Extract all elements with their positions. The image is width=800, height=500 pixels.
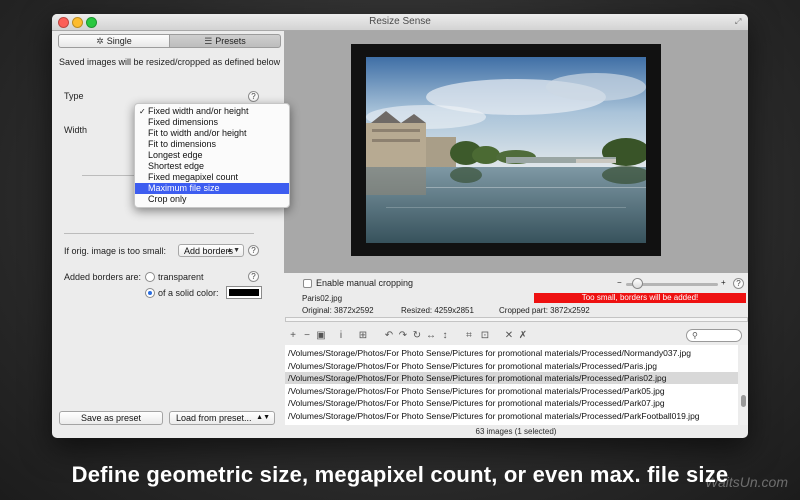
flip-horizontal-icon[interactable]: ↔ xyxy=(424,330,438,341)
progress-bar xyxy=(285,317,748,322)
type-menu-item-label: Longest edge xyxy=(148,150,203,160)
tab-presets[interactable]: ☰ Presets xyxy=(169,34,281,48)
scrollbar-thumb[interactable] xyxy=(741,395,746,407)
caption-text: Define geometric size, megapixel count, … xyxy=(71,462,729,487)
description-text: Saved images will be resized/cropped as … xyxy=(59,57,281,67)
border-color-swatch xyxy=(229,289,259,296)
add-icon[interactable]: + xyxy=(286,330,300,341)
type-menu-item-label: Crop only xyxy=(148,194,187,204)
list-icon: ☰ xyxy=(204,36,213,46)
too-small-help-button[interactable]: ? xyxy=(248,245,259,256)
fullscreen-icon[interactable]: ⤢ xyxy=(735,17,744,26)
transform-icon[interactable]: ⊡ xyxy=(478,330,492,341)
cropped-size: Cropped part: 3872x2592 xyxy=(499,306,590,315)
rotate-icon[interactable]: ↻ xyxy=(410,330,424,341)
zoom-slider-knob[interactable] xyxy=(632,278,644,289)
file-list-row[interactable]: /Volumes/Storage/Photos/For Photo Sense/… xyxy=(285,360,738,372)
load-preset-label: Load from preset... xyxy=(176,413,252,423)
type-dropdown-menu[interactable]: ✓ Fixed width and/or height Fixed dimensio… xyxy=(134,103,290,208)
type-menu-item-label: Fit to width and/or height xyxy=(148,128,247,138)
type-help-button[interactable]: ? xyxy=(248,91,259,102)
tab-presets-label: Presets xyxy=(215,36,246,46)
too-small-label: If orig. image is too small: xyxy=(64,246,167,256)
warning-banner: Too small, borders will be added! xyxy=(534,293,746,303)
type-menu-item[interactable]: ✓ Fixed width and/or height xyxy=(135,106,289,117)
rotate-right-icon[interactable]: ↷ xyxy=(396,330,410,341)
transparent-radio[interactable] xyxy=(145,272,155,282)
type-menu-item[interactable]: Maximum file size xyxy=(135,183,289,194)
checkmark-icon: ✓ xyxy=(139,107,146,116)
border-color-well[interactable] xyxy=(226,286,262,299)
file-list[interactable]: /Volumes/Storage/Photos/For Photo Sense/… xyxy=(285,345,738,425)
file-list-scrollbar[interactable] xyxy=(740,345,748,425)
preview-filename: Paris02.jpg xyxy=(302,294,343,303)
type-menu-item[interactable]: Fixed megapixel count xyxy=(135,172,289,183)
gear-icon: ✲ xyxy=(96,36,104,46)
zoom-in-icon[interactable]: + xyxy=(721,278,726,287)
status-text: 63 images (1 selected) xyxy=(475,427,557,436)
save-icon[interactable]: ▣ xyxy=(314,330,328,341)
manual-crop-checkbox[interactable] xyxy=(303,279,312,288)
type-menu-item-label: Fixed megapixel count xyxy=(148,172,239,182)
delete-icon[interactable]: ✕ xyxy=(502,330,516,341)
search-field[interactable]: ⚲ xyxy=(686,329,742,342)
type-menu-item[interactable]: Fit to width and/or height xyxy=(135,128,289,139)
separator xyxy=(64,233,254,234)
borders-help-button[interactable]: ? xyxy=(248,271,259,282)
remove-icon[interactable]: − xyxy=(300,330,314,341)
preview-area xyxy=(284,31,748,273)
type-menu-item-label: Maximum file size xyxy=(148,183,220,193)
crop-icon[interactable]: ⌗ xyxy=(462,330,476,341)
type-menu-item-label: Fixed width and/or height xyxy=(148,106,249,116)
type-menu-item[interactable]: Crop only xyxy=(135,194,289,205)
grid-icon[interactable]: ⊞ xyxy=(356,330,370,341)
load-from-preset-button[interactable]: Load from preset... ▲▼ xyxy=(169,411,275,425)
tab-single-label: Single xyxy=(106,36,132,46)
file-list-row[interactable]: /Volumes/Storage/Photos/For Photo Sense/… xyxy=(285,372,738,384)
save-as-preset-button[interactable]: Save as preset xyxy=(59,411,163,425)
info-icon[interactable]: i xyxy=(334,330,348,341)
type-menu-item-label: Fixed dimensions xyxy=(148,117,219,127)
type-menu-item[interactable]: Shortest edge xyxy=(135,161,289,172)
type-menu-item-label: Shortest edge xyxy=(148,161,205,171)
window-title: Resize Sense xyxy=(369,16,431,27)
too-small-popup[interactable]: Add borders ▲▼ xyxy=(178,244,244,257)
file-list-row[interactable]: /Volumes/Storage/Photos/For Photo Sense/… xyxy=(285,410,738,422)
type-menu-item[interactable]: Fit to dimensions xyxy=(135,139,289,150)
type-menu-item[interactable]: Fixed dimensions xyxy=(135,117,289,128)
resized-size: Resized: 4259x2851 xyxy=(401,306,474,315)
watermark-text: WaitsUn.com xyxy=(705,474,788,490)
borders-label: Added borders are: xyxy=(64,272,142,282)
file-list-row[interactable]: /Volumes/Storage/Photos/For Photo Sense/… xyxy=(285,397,738,409)
original-size: Original: 3872x2592 xyxy=(302,306,374,315)
solid-color-radio[interactable] xyxy=(145,288,155,298)
file-toolbar: + − ▣ i ⊞ ↶ ↷ ↻ ↔ ↕ ⌗ ⊡ ✕ ✗ xyxy=(286,330,546,344)
rotate-left-icon[interactable]: ↶ xyxy=(382,330,396,341)
type-label: Type xyxy=(64,91,84,101)
preview-help-button[interactable]: ? xyxy=(733,278,744,289)
manual-crop-label: Enable manual cropping xyxy=(316,278,414,288)
type-menu-item-label: Fit to dimensions xyxy=(148,139,217,149)
width-label: Width xyxy=(64,125,88,135)
search-icon: ⚲ xyxy=(692,331,698,340)
tab-single[interactable]: ✲ Single xyxy=(58,34,170,48)
flip-vertical-icon[interactable]: ↕ xyxy=(438,330,452,341)
type-menu-item[interactable]: Longest edge xyxy=(135,150,289,161)
preview-border-frame xyxy=(351,44,661,256)
paris-river-image xyxy=(366,57,646,243)
preview-photo xyxy=(366,57,646,243)
transparent-label: transparent xyxy=(158,272,204,282)
clear-icon[interactable]: ✗ xyxy=(516,330,530,341)
solid-color-label: of a solid color: xyxy=(158,288,219,298)
file-list-row[interactable]: /Volumes/Storage/Photos/For Photo Sense/… xyxy=(285,347,738,359)
app-window: Resize Sense ⤢ ✲ Single ☰ Presets Saved im… xyxy=(52,14,748,438)
title-bar: Resize Sense ⤢ xyxy=(52,14,748,31)
file-list-row[interactable]: /Volumes/Storage/Photos/For Photo Sense/… xyxy=(285,385,738,397)
zoom-out-icon[interactable]: − xyxy=(617,278,622,287)
